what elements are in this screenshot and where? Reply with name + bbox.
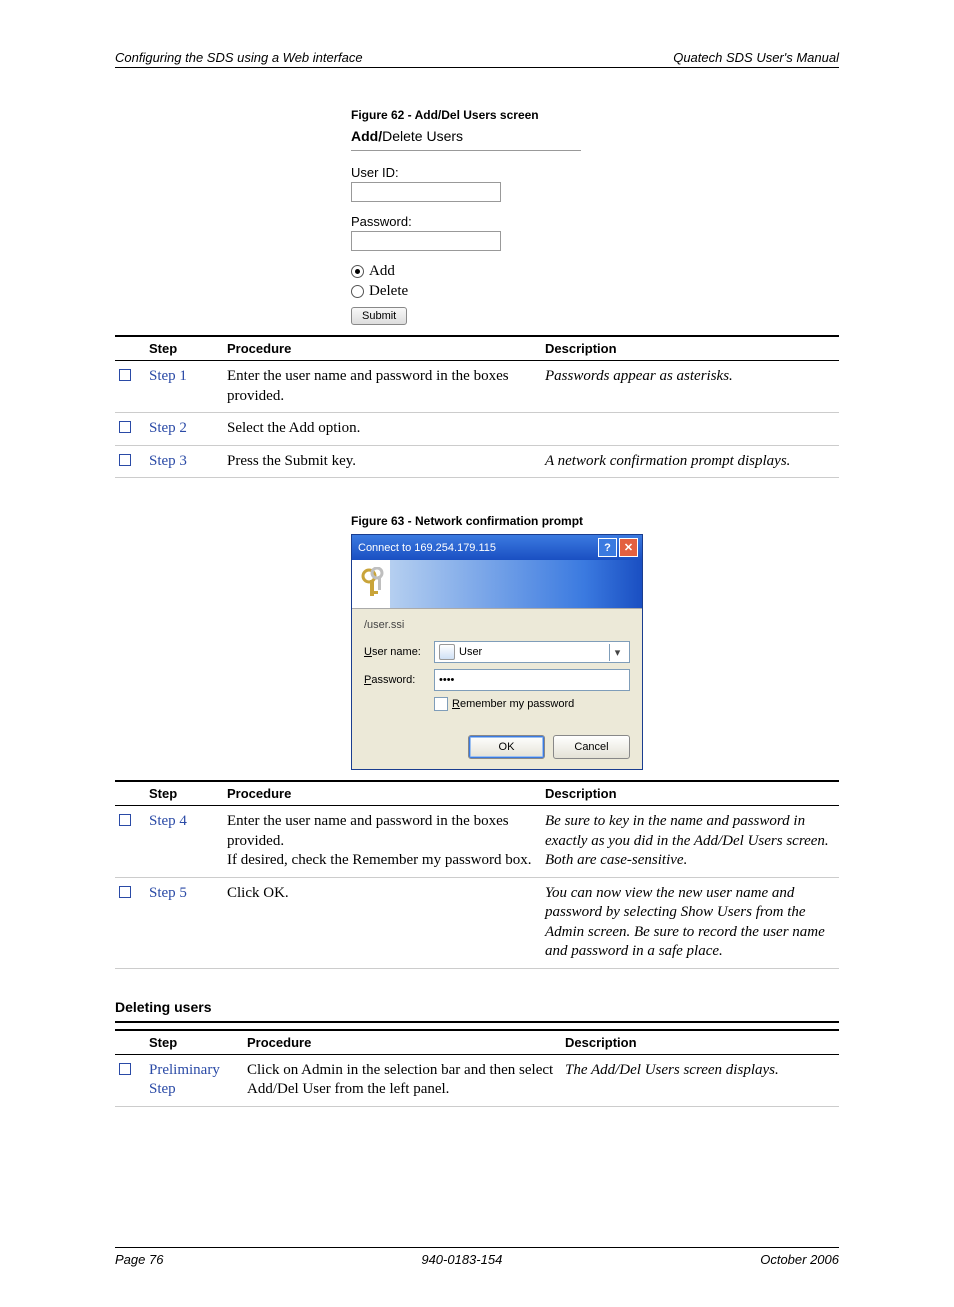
username-label: User name:: [364, 646, 434, 658]
auth-dialog: Connect to 169.254.179.115 ? ✕ /user.ssi…: [351, 534, 643, 770]
help-icon[interactable]: ?: [598, 538, 617, 557]
deleting-users-table: Step Procedure Description Preliminary S…: [115, 1029, 839, 1107]
checkbox-icon: [119, 1063, 131, 1075]
th-step: Step: [145, 1030, 243, 1055]
password-label-dialog: Password:: [364, 674, 434, 686]
page-footer: Page 76 940-0183-154 October 2006: [115, 1247, 839, 1267]
th-step: Step: [145, 336, 223, 361]
steps-table-2: Step Procedure Description Step 4 Enter …: [115, 780, 839, 969]
table-row: Step 1 Enter the user name and password …: [115, 361, 839, 413]
dialog-titlebar: Connect to 169.254.179.115 ? ✕: [352, 535, 642, 560]
chevron-down-icon: ▾: [609, 644, 625, 661]
th-procedure: Procedure: [223, 781, 541, 806]
keys-icon: [358, 567, 388, 601]
footer-left: Page 76: [115, 1252, 163, 1267]
close-icon[interactable]: ✕: [619, 538, 638, 557]
figure-63-caption: Figure 63 - Network confirmation prompt: [351, 514, 839, 528]
dialog-title: Connect to 169.254.179.115: [358, 542, 496, 554]
add-delete-users-form: Add/Delete Users User ID: Password: Add …: [351, 128, 581, 325]
th-step: Step: [145, 781, 223, 806]
table-row: Step 2 Select the Add option.: [115, 413, 839, 446]
checkbox-icon: [119, 421, 131, 433]
radio-add[interactable]: Add: [351, 263, 581, 280]
header-right: Quatech SDS User's Manual: [673, 50, 839, 65]
th-description: Description: [541, 781, 839, 806]
th-procedure: Procedure: [223, 336, 541, 361]
radio-delete[interactable]: Delete: [351, 283, 581, 300]
deleting-users-heading: Deleting users: [115, 999, 839, 1023]
figure-62-caption: Figure 62 - Add/Del Users screen: [351, 108, 839, 122]
user-id-label: User ID:: [351, 165, 581, 180]
checkbox-icon: [119, 814, 131, 826]
table-row: Step 5 Click OK. You can now view the ne…: [115, 877, 839, 968]
table-row: Preliminary Step Click on Admin in the s…: [115, 1054, 839, 1106]
radio-icon: [351, 285, 364, 298]
password-input[interactable]: [351, 231, 501, 251]
checkbox-icon: [119, 454, 131, 466]
submit-button[interactable]: Submit: [351, 307, 407, 325]
checkbox-icon: [119, 886, 131, 898]
th-description: Description: [561, 1030, 839, 1055]
table-row: Step 3 Press the Submit key. A network c…: [115, 445, 839, 478]
footer-right: October 2006: [760, 1252, 839, 1267]
password-field[interactable]: ••••: [434, 669, 630, 691]
remember-password-row[interactable]: Remember my password: [434, 697, 630, 711]
header-left: Configuring the SDS using a Web interfac…: [115, 50, 363, 65]
dialog-banner: [352, 560, 642, 609]
form-title: Add/Delete Users: [351, 128, 581, 151]
th-procedure: Procedure: [243, 1030, 561, 1055]
password-label: Password:: [351, 214, 581, 229]
checkbox-icon: [434, 697, 448, 711]
footer-center: 940-0183-154: [421, 1252, 502, 1267]
user-id-input[interactable]: [351, 182, 501, 202]
cancel-button[interactable]: Cancel: [553, 735, 630, 759]
page-header: Configuring the SDS using a Web interfac…: [115, 50, 839, 68]
username-combo[interactable]: User ▾: [434, 641, 630, 663]
avatar-icon: [439, 644, 455, 660]
steps-table-1: Step Procedure Description Step 1 Enter …: [115, 335, 839, 478]
th-description: Description: [541, 336, 839, 361]
ok-button[interactable]: OK: [468, 735, 545, 759]
server-name: /user.ssi: [364, 619, 630, 631]
checkbox-icon: [119, 369, 131, 381]
radio-icon: [351, 265, 364, 278]
table-row: Step 4 Enter the user name and password …: [115, 806, 839, 878]
